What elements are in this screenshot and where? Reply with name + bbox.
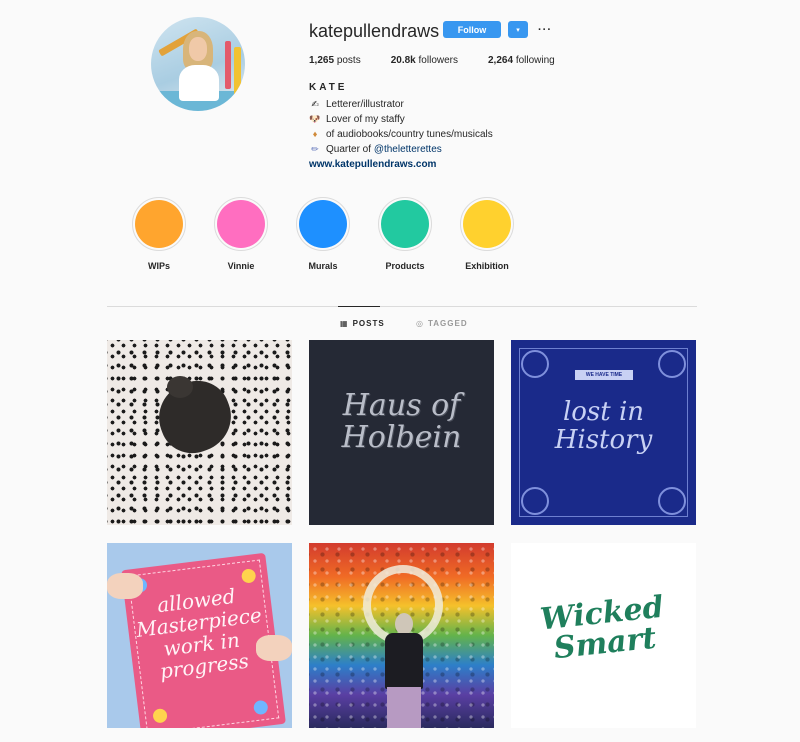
- hand-illustration: [256, 635, 292, 661]
- highlight-ring: [460, 197, 514, 251]
- profile-username: katepullendraws: [309, 21, 440, 41]
- follow-button[interactable]: Follow: [443, 21, 501, 38]
- website-link[interactable]: www.katepullendraws.com: [309, 157, 493, 172]
- post-thumbnail[interactable]: [309, 543, 494, 728]
- posts-count: 1,265: [309, 55, 335, 66]
- profile-bio: ✍ Letterer/illustrator 🐶 Lover of my sta…: [309, 97, 493, 172]
- followers-count: 20.8k: [390, 55, 416, 66]
- follow-dropdown-button[interactable]: ▾: [508, 21, 528, 38]
- bio-text: Quarter of: [326, 144, 374, 155]
- post-thumbnail[interactable]: Wicked Smart: [511, 543, 696, 728]
- highlight-exhibition[interactable]: Exhibition: [456, 197, 518, 271]
- tabs-divider: [107, 306, 697, 307]
- highlight-ring: [214, 197, 268, 251]
- highlight-cover: [463, 200, 511, 248]
- highlight-label: Vinnie: [227, 261, 255, 271]
- highlight-cover: [217, 200, 265, 248]
- post-lettering: Haus of Holbein: [341, 388, 462, 455]
- profile-stats: 1,265 posts 20.8k followers 2,264 follow…: [309, 55, 585, 66]
- dog-illustration: [149, 371, 241, 463]
- bio-mention-link[interactable]: @theletterettes: [374, 142, 442, 157]
- pencil-icon: ✏: [311, 144, 319, 154]
- highlight-murals[interactable]: Murals: [292, 197, 354, 271]
- tab-label: POSTS: [352, 319, 385, 328]
- following-stat[interactable]: 2,264 following: [488, 55, 555, 66]
- post-lettering: lost in History: [554, 397, 653, 455]
- highlight-ring: [296, 197, 350, 251]
- bio-line: ✍ Letterer/illustrator: [309, 97, 493, 112]
- person-head: [395, 613, 413, 635]
- post-thumbnail[interactable]: [107, 340, 292, 525]
- post-lettering: allowed Masterpiece work in progress: [134, 583, 264, 684]
- highlight-label: Exhibition: [465, 261, 509, 271]
- avatar-pencil: [234, 47, 241, 99]
- highlight-ring: [132, 197, 186, 251]
- highlight-label: Products: [385, 261, 425, 271]
- highlight-vinnie[interactable]: Vinnie: [210, 197, 272, 271]
- followers-stat[interactable]: 20.8k followers: [391, 55, 458, 66]
- more-options-icon: ···: [538, 23, 552, 36]
- highlight-label: Murals: [308, 261, 338, 271]
- following-count: 2,264: [488, 55, 514, 66]
- bio-text: Lover of my staffy: [326, 114, 405, 125]
- hand-illustration: [107, 573, 143, 599]
- chevron-down-icon: ▾: [516, 26, 520, 34]
- pin-icon: ♦: [312, 129, 318, 139]
- dog-illustration: [167, 376, 193, 398]
- ornament: [658, 350, 686, 378]
- following-label: following: [515, 55, 555, 66]
- post-lettering: Wicked Smart: [538, 589, 666, 667]
- ornament: [658, 487, 686, 515]
- posts-stat: 1,265 posts: [309, 55, 361, 66]
- tab-tagged[interactable]: ◎ TAGGED: [416, 319, 468, 328]
- bio-text: of audiobooks/country tunes/musicals: [326, 129, 493, 140]
- posts-label: posts: [336, 55, 361, 66]
- highlight-ring: [378, 197, 432, 251]
- writing-hand-icon: ✍: [311, 99, 319, 109]
- grid-icon: ▦: [340, 319, 349, 328]
- highlight-cover: [381, 200, 429, 248]
- person-illustration: [381, 613, 427, 728]
- post-thumbnail[interactable]: WE HAVE TIME lost in History: [511, 340, 696, 525]
- highlight-label: WIPs: [147, 261, 170, 271]
- post-thumbnail[interactable]: Haus of Holbein: [309, 340, 494, 525]
- active-tab-indicator: [338, 306, 380, 307]
- avatar-face: [189, 37, 207, 61]
- highlight-products[interactable]: Products: [374, 197, 436, 271]
- highlight-cover: [135, 200, 183, 248]
- bio-line: ✏ Quarter of @theletterettes: [309, 142, 493, 157]
- tab-posts[interactable]: ▦ POSTS: [340, 319, 385, 328]
- post-banner: WE HAVE TIME: [575, 370, 633, 380]
- tag-user-icon: ◎: [416, 319, 424, 328]
- person-skirt: [387, 687, 421, 728]
- highlight-wips[interactable]: WIPs: [128, 197, 190, 271]
- bio-line: ♦ of audiobooks/country tunes/musicals: [309, 127, 493, 142]
- bio-line: 🐶 Lover of my staffy: [309, 112, 493, 127]
- ornament: [521, 487, 549, 515]
- person-coat: [385, 633, 423, 689]
- profile-full-name: KATE: [309, 82, 348, 93]
- story-highlights: WIPs Vinnie Murals Products Exhibition: [128, 197, 548, 277]
- tab-label: TAGGED: [427, 319, 468, 328]
- avatar-pencil: [225, 41, 231, 89]
- post-thumbnail[interactable]: allowed Masterpiece work in progress: [107, 543, 292, 728]
- profile-avatar[interactable]: [151, 17, 245, 111]
- ornament: [521, 350, 549, 378]
- highlight-cover: [299, 200, 347, 248]
- avatar-body: [179, 65, 219, 101]
- followers-label: followers: [418, 55, 458, 66]
- bio-text: Letterer/illustrator: [326, 99, 404, 110]
- dog-icon: 🐶: [309, 114, 321, 124]
- more-options-button[interactable]: ···: [537, 21, 553, 38]
